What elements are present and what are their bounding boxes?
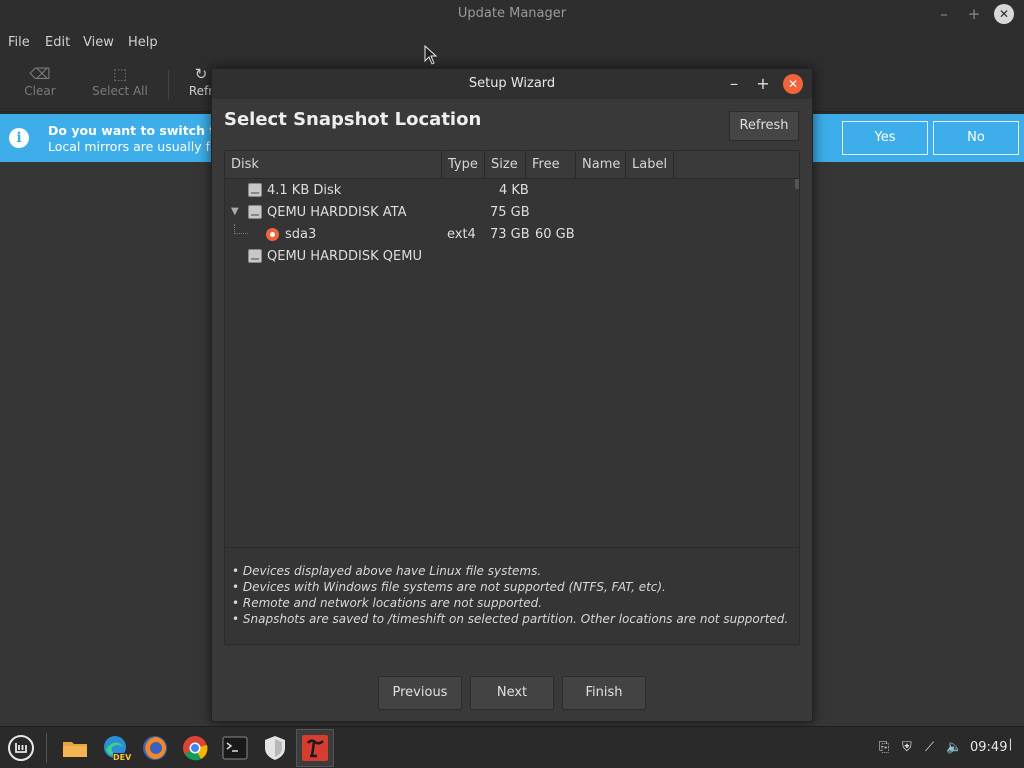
device-table: Disk Type Size Free Name Label 4.1 KB Di… (224, 150, 800, 606)
clock[interactable]: 09:49 (970, 740, 1007, 755)
next-button[interactable]: Next (470, 676, 554, 710)
column-size[interactable]: Size (485, 151, 526, 179)
timeshift-icon (302, 735, 328, 761)
table-row[interactable]: sda3 ext4 73 GB 60 GB (225, 224, 797, 246)
note-line: • Snapshots are saved to /timeshift on s… (232, 612, 789, 626)
row-type: ext4 (447, 227, 476, 242)
mouse-cursor-icon (424, 45, 438, 65)
infobar-question: Do you want to switch to a (48, 123, 237, 138)
network-icon[interactable]: ⟋ (925, 740, 934, 755)
folder-icon[interactable] (60, 733, 90, 763)
menu-view[interactable]: View (83, 35, 114, 50)
dialog-titlebar: Setup Wizard – + ✕ (212, 69, 812, 99)
harddisk-icon (248, 205, 262, 219)
harddisk-icon (248, 183, 262, 197)
volume-icon[interactable]: 🔈 (946, 740, 962, 755)
clear-label: Clear (24, 84, 56, 98)
dialog-minimize-icon[interactable]: – (724, 74, 744, 94)
info-icon: i (9, 128, 29, 148)
selected-radio-icon[interactable] (266, 228, 279, 241)
dialog-title: Setup Wizard (468, 76, 556, 91)
row-free: 60 GB (535, 227, 575, 242)
select-all-button[interactable]: ⬚ Select All (88, 64, 152, 98)
show-desktop-icon[interactable]: ▏ (1010, 740, 1018, 751)
no-button[interactable]: No (933, 121, 1019, 155)
dialog-close-icon[interactable]: ✕ (783, 74, 803, 94)
column-disk[interactable]: Disk (225, 151, 442, 179)
taskbar: DEV ⎘ ⛨ ⟋ 🔈 09:49 ▏ (0, 726, 1024, 768)
menu-help[interactable]: Help (128, 35, 158, 50)
row-disk: 4.1 KB Disk (267, 183, 342, 198)
setup-wizard-dialog: Setup Wizard – + ✕ Select Snapshot Locat… (211, 68, 813, 722)
mint-menu-icon[interactable] (6, 733, 36, 763)
firefox-icon[interactable] (140, 733, 170, 763)
row-size: 75 GB (490, 205, 530, 220)
refresh-devices-button[interactable]: Refresh (729, 111, 799, 141)
chrome-icon[interactable] (180, 733, 210, 763)
menu-edit[interactable]: Edit (45, 35, 70, 50)
shield-icon[interactable] (260, 733, 290, 763)
toolbar-divider (168, 70, 169, 100)
menu-file[interactable]: File (8, 35, 30, 50)
page-title: Select Snapshot Location (224, 109, 482, 130)
harddisk-icon (248, 249, 262, 263)
menubar: File Edit View Help (0, 28, 1024, 56)
previous-button[interactable]: Previous (378, 676, 462, 710)
column-name[interactable]: Name (576, 151, 626, 179)
update-manager-title: Update Manager (457, 6, 567, 21)
infobar-detail: Local mirrors are usually fa (48, 139, 218, 154)
row-size: 73 GB (490, 227, 530, 242)
table-row[interactable]: QEMU HARDDISK QEMU (225, 246, 797, 268)
backspace-icon: ⌫ (29, 65, 51, 83)
minimize-icon[interactable]: – (934, 4, 954, 24)
taskbar-divider (46, 733, 47, 763)
select-all-label: Select All (92, 84, 148, 98)
row-disk: QEMU HARDDISK QEMU (267, 249, 422, 264)
dev-badge: DEV (113, 753, 132, 762)
row-disk: sda3 (285, 227, 317, 242)
expander-down-icon[interactable]: ▼ (231, 206, 239, 217)
shield-tray-icon[interactable]: ⛨ (902, 740, 912, 755)
column-free[interactable]: Free (526, 151, 576, 179)
clear-button[interactable]: ⌫ Clear (22, 64, 58, 98)
note-line: • Remote and network locations are not s… (232, 596, 543, 610)
row-disk: QEMU HARDDISK ATA (267, 205, 407, 220)
table-header: Disk Type Size Free Name Label (225, 151, 799, 179)
maximize-icon[interactable]: + (964, 4, 984, 24)
table-row[interactable]: ▼ QEMU HARDDISK ATA 75 GB (225, 202, 797, 224)
select-all-icon: ⬚ (112, 65, 128, 83)
row-size: 4 KB (499, 183, 529, 198)
note-line: • Devices with Windows file systems are … (232, 580, 666, 594)
yes-button[interactable]: Yes (842, 121, 928, 155)
notes-panel: • Devices displayed above have Linux fil… (224, 547, 800, 645)
finish-button[interactable]: Finish (562, 676, 646, 710)
terminal-icon[interactable] (220, 733, 250, 763)
tree-connector (234, 224, 248, 234)
note-line: • Devices displayed above have Linux fil… (232, 564, 542, 578)
update-manager-titlebar: Update Manager – + ✕ (0, 0, 1024, 28)
table-row[interactable]: 4.1 KB Disk 4 KB (225, 180, 797, 202)
clipboard-icon[interactable]: ⎘ (879, 740, 889, 755)
column-type[interactable]: Type (442, 151, 485, 179)
refresh-label: Refr (188, 84, 214, 98)
timeshift-active-task[interactable] (296, 729, 334, 767)
close-icon[interactable]: ✕ (994, 4, 1014, 24)
column-label[interactable]: Label (626, 151, 674, 179)
dialog-maximize-icon[interactable]: + (753, 74, 773, 94)
